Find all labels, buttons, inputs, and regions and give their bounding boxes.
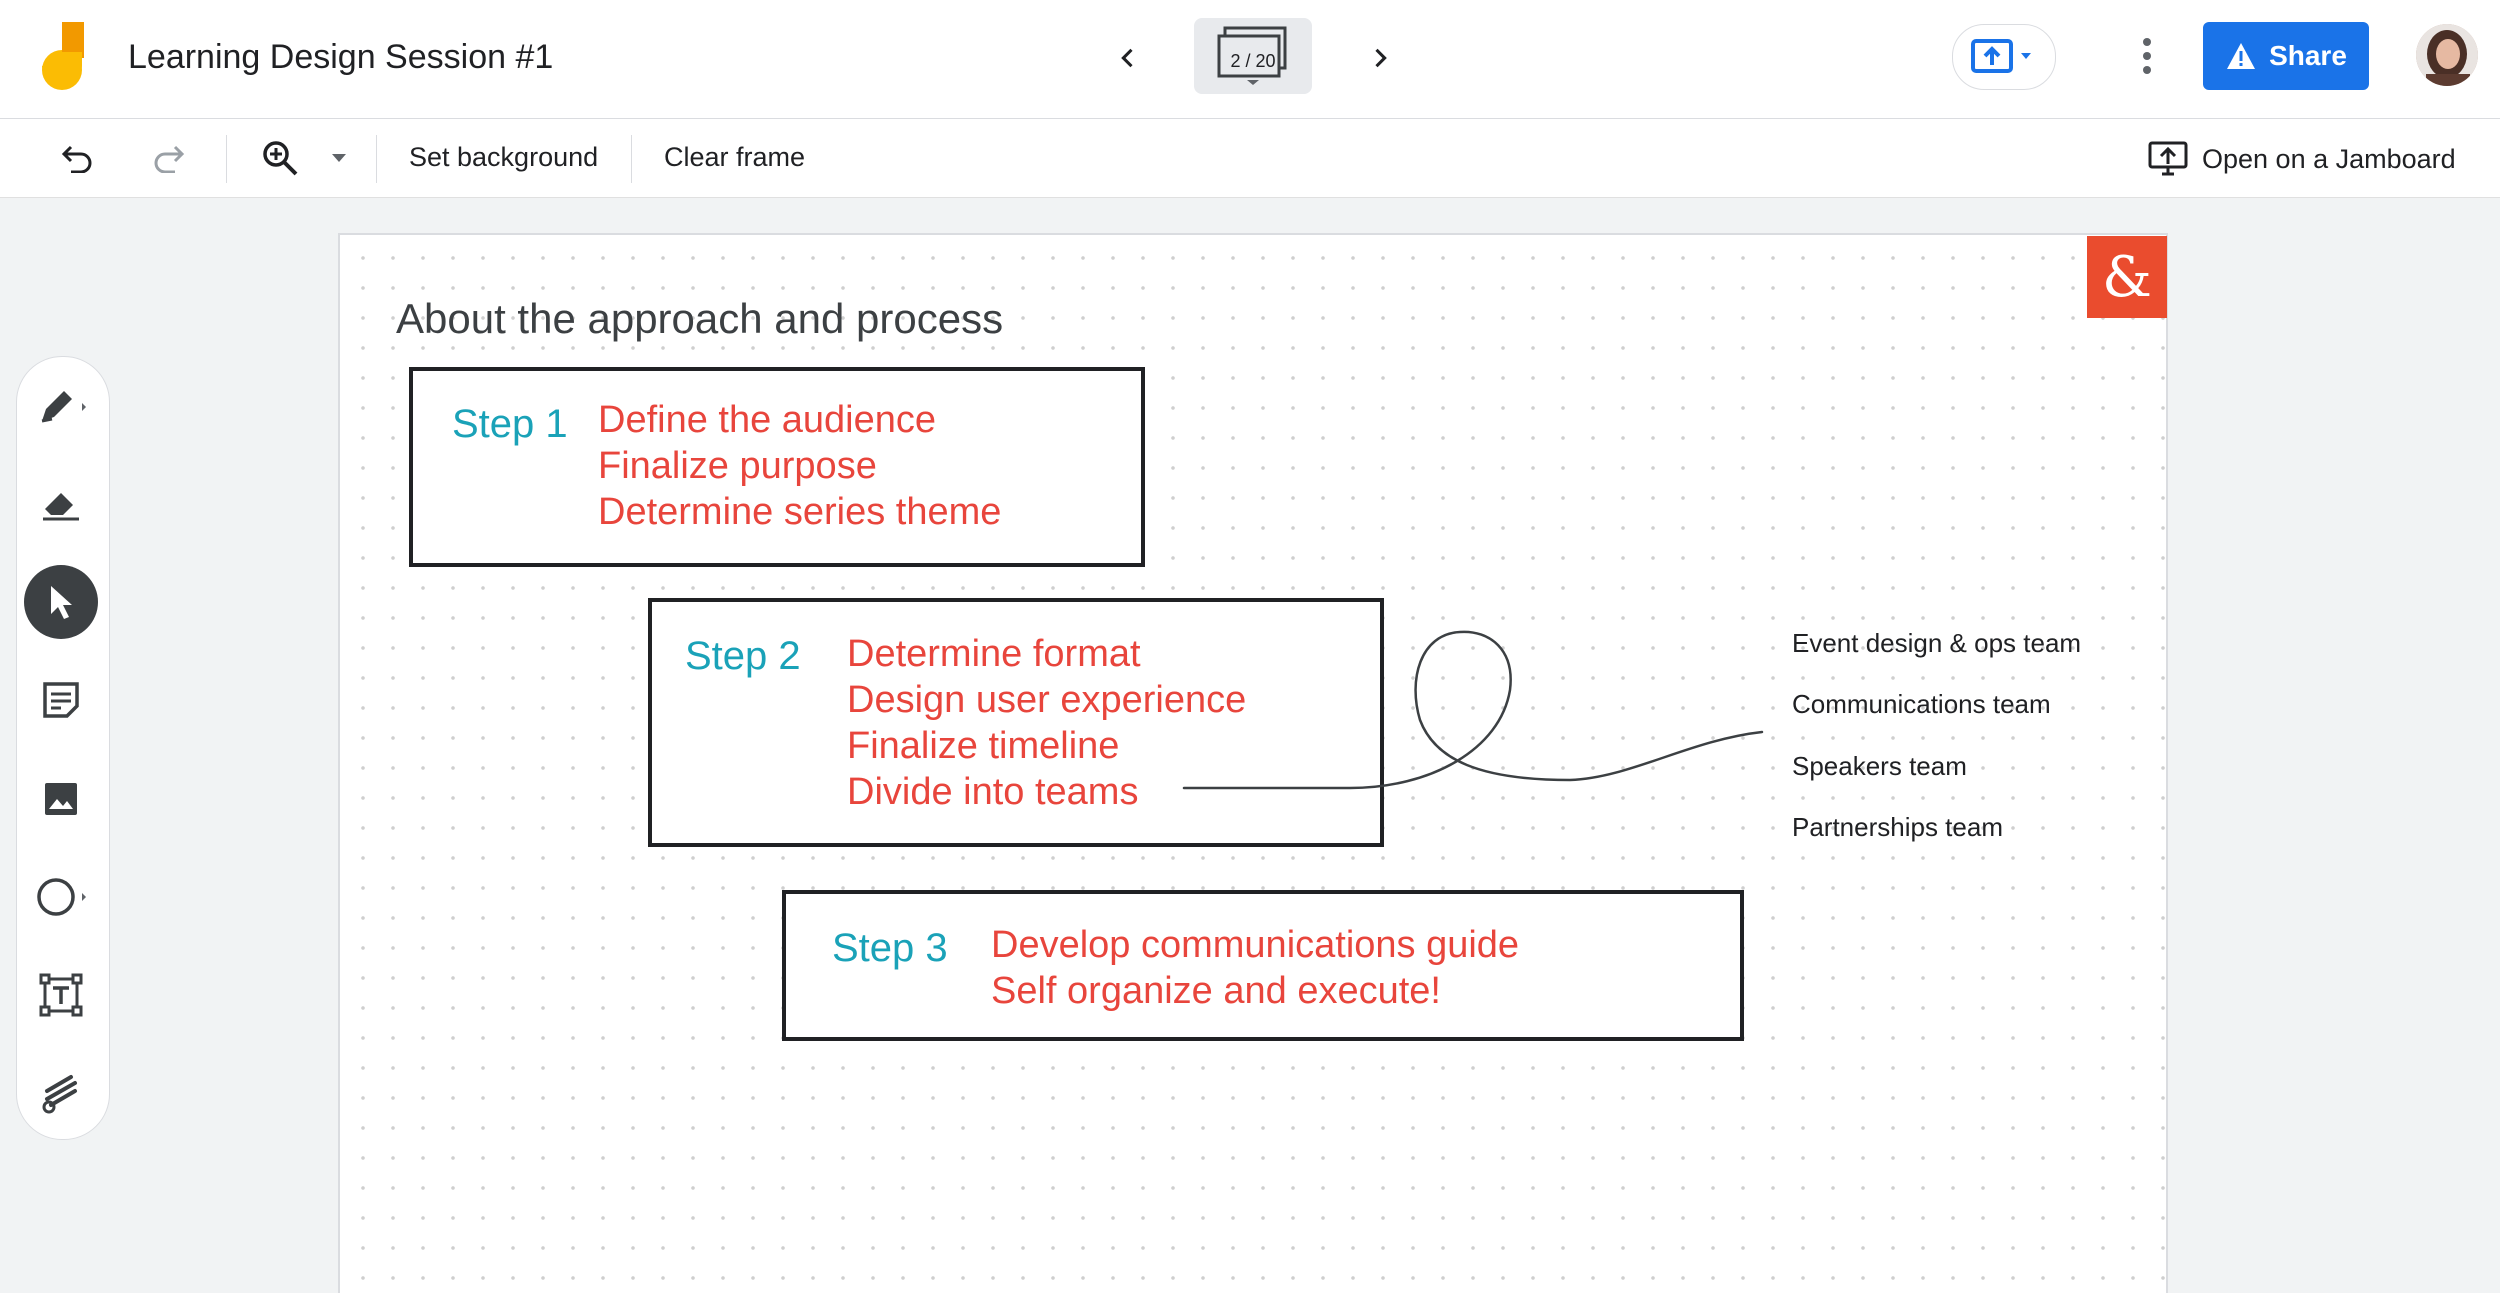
sticky-note-tool[interactable] (24, 663, 98, 737)
team-label[interactable]: Speakers team (1792, 751, 1967, 782)
cast-to-jamboard-icon (2148, 141, 2188, 176)
text-box-tool[interactable] (24, 958, 98, 1032)
present-button[interactable] (1952, 24, 2056, 90)
chevron-left-icon (1121, 48, 1133, 68)
previous-frame-button[interactable] (1100, 30, 1156, 86)
zoom-dropdown-button[interactable] (326, 144, 352, 172)
more-vert-icon (2143, 38, 2151, 74)
team-label[interactable]: Event design & ops team (1792, 628, 2081, 659)
frame-indicator: 2 / 20 (1230, 50, 1276, 71)
open-on-jamboard-button[interactable]: Open on a Jamboard (2148, 136, 2458, 182)
jamboard-logo[interactable] (34, 22, 90, 94)
toolbar-divider (631, 135, 632, 183)
clear-frame-button[interactable]: Clear frame (664, 142, 805, 173)
eraser-tool[interactable] (24, 466, 98, 540)
open-on-jamboard-label: Open on a Jamboard (2202, 143, 2456, 174)
ampersand-logo: & (2087, 236, 2167, 318)
share-label: Share (2269, 40, 2347, 71)
undo-icon (61, 145, 92, 173)
undo-button[interactable] (52, 132, 104, 184)
shape-tool[interactable] (24, 860, 98, 934)
share-button[interactable]: Share (2203, 22, 2369, 90)
select-tool[interactable] (24, 565, 98, 639)
redo-button[interactable] (142, 132, 194, 184)
step-3-text: Develop communications guide Self organi… (991, 922, 1519, 1014)
team-label[interactable]: Partnerships team (1792, 812, 2003, 843)
present-screen-icon (1971, 39, 2031, 73)
image-tool[interactable] (24, 762, 98, 836)
laser-tool[interactable] (24, 1056, 98, 1130)
step-1-text: Define the audience Finalize purpose Det… (598, 397, 1001, 535)
zoom-button[interactable] (254, 132, 306, 184)
caret-down-icon (332, 154, 346, 162)
pen-icon (41, 391, 86, 423)
step-line: Define the audience (598, 399, 937, 441)
eraser-icon (43, 493, 79, 521)
user-avatar[interactable] (2416, 24, 2478, 86)
step-1-label: Step 1 (452, 402, 568, 446)
sticky-note-icon (43, 682, 79, 718)
team-label[interactable]: Communications team (1792, 689, 2051, 720)
step-line: Develop communications guide (991, 924, 1520, 966)
step-line: Determine series theme (598, 491, 1002, 533)
toolbar-divider (226, 135, 227, 183)
warning-icon (2227, 43, 2256, 69)
next-frame-button[interactable] (1352, 30, 1408, 86)
laser-icon (42, 1075, 77, 1114)
more-options-button[interactable] (2122, 28, 2172, 84)
step-line: Finalize purpose (598, 445, 877, 487)
step-2-label: Step 2 (685, 634, 801, 678)
frame-heading[interactable]: About the approach and process (396, 295, 1003, 343)
step-3-label: Step 3 (832, 926, 948, 970)
select-icon (51, 586, 72, 619)
hand-drawn-connector[interactable] (1170, 620, 1770, 800)
chevron-right-icon (1375, 48, 1387, 68)
step-line: Self organize and execute! (991, 970, 1441, 1012)
zoom-in-icon (263, 141, 298, 176)
set-background-button[interactable]: Set background (409, 142, 598, 173)
pen-tool[interactable] (24, 368, 98, 442)
text-box-icon (39, 973, 83, 1017)
toolbar-divider (376, 135, 377, 183)
redo-icon (154, 145, 185, 173)
document-title[interactable]: Learning Design Session #1 (128, 38, 553, 77)
editing-toolbar (0, 119, 2500, 198)
image-icon (45, 783, 77, 815)
frame-selector-button[interactable]: 2 / 20 (1194, 18, 1312, 94)
circle-icon (37, 878, 86, 916)
